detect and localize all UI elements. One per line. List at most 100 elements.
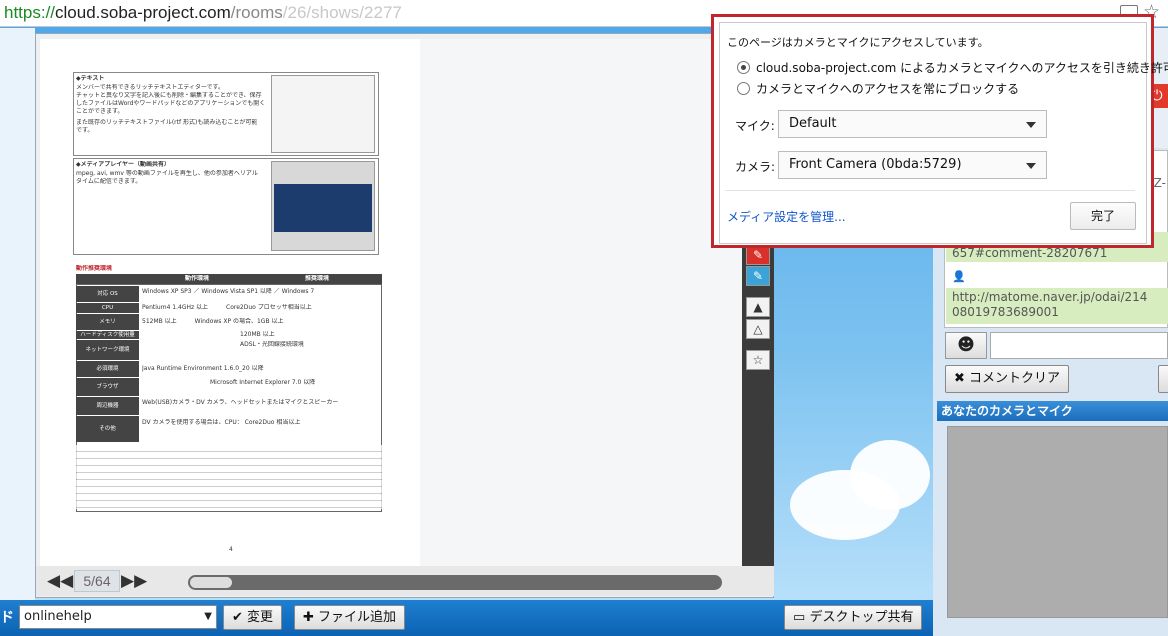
chat-sender: 👤 [952,270,966,283]
dropdown-arrow-icon [1026,122,1036,128]
desktop-share-button[interactable]: ▭ デスクトップ共有 [784,605,923,630]
monitor-icon: ▭ [793,610,806,625]
left-strip [0,28,35,600]
text-feature-line: したファイルはWordやワードパッドなどのアプリケーションでも開く [76,100,266,107]
url-text[interactable]: https://cloud.soba-project.com/rooms/26/… [4,3,402,23]
page-number: 4 [229,546,233,553]
right-partial-button[interactable] [1158,365,1168,393]
url-host: cloud.soba-project.com [55,3,231,22]
mic-select-value: Default [789,116,837,131]
smiley-icon: ☻ [957,335,975,355]
dropdown-arrow-icon [1026,163,1036,169]
url-path-blurred: /26/shows/2277 [282,3,402,22]
url-scheme: https:// [4,3,56,22]
prev-page-icon[interactable]: ◀◀ [47,571,73,591]
x-icon: ✖ [954,371,965,386]
env-row-value: 512MB 以上 Windows XP の場合、1GB 以上 [142,318,284,325]
text-feature-line: また既存のリッチテキストファイル(rtf 形式)も読み込むことが可能 [76,119,258,126]
add-file-button-label: ファイル追加 [318,610,397,625]
allow-option-label[interactable]: cloud.soba-project.com によるカメラとマイクへのアクセスを… [756,59,1168,76]
text-feature-line: メンバーで共有できるリッチテキストエディターです。 [76,84,224,91]
env-row-value: Java Runtime Environment 1.6.0_20 以降 [142,365,264,372]
env-row-label: 周辺機器 [76,397,139,415]
env-row-label: その他 [76,416,139,442]
plus-icon: ✚ [303,610,314,625]
dropdown-arrow-icon: ▼ [204,611,212,622]
document-select[interactable]: onlinehelp ▼ [19,605,217,629]
mode-label: ド [0,610,14,626]
comment-clear-label: コメントクリア [969,371,1061,386]
background-cloud [850,440,930,510]
text-feature-line: です。 [76,127,94,134]
media-feature-line: タイムに配信できます。 [76,178,142,185]
desktop-share-button-label: デスクトップ共有 [809,610,914,625]
change-button-label: 変更 [247,610,274,625]
env-row-value: 120MB 以上 [240,331,275,338]
env-row-label: 必須環境 [76,361,139,377]
mic-select[interactable]: Default [778,110,1047,138]
env-row-value: Windows XP SP3 ／ Windows Vista SP1 以降 ／ … [142,288,315,295]
env-row-label: 対応 OS [76,286,139,302]
block-radio[interactable] [737,82,750,95]
env-header-recommended: 動作環境 [185,275,210,282]
text-feature-heading: ◆テキスト [76,75,105,82]
document-page[interactable]: ◆テキスト メンバーで共有できるリッチテキストエディターです。 チャットと異なり… [40,39,420,571]
user-icon: 👤 [952,270,966,283]
url-path: /rooms [230,3,283,22]
camera-label: カメラ: [735,160,776,174]
stamp-star-icon[interactable]: ☆ [746,350,770,370]
scrollbar-thumb[interactable] [190,577,232,588]
document-blank-area [420,39,742,571]
horizontal-scrollbar[interactable] [188,575,722,590]
env-row-value: ADSL・光回線接続環境 [240,341,304,348]
env-header-preferred: 推奨環境 [305,275,330,282]
chat-message-line: 657#comment-28207671 [952,246,1108,260]
notes-block [76,445,382,509]
video-frame-image [274,184,372,232]
outline-shape-icon[interactable]: △ [746,319,770,339]
emoji-button[interactable]: ☻ [945,332,987,359]
media-player-screenshot-image [271,161,375,251]
text-feature-line: チャットと異なり文字を記入後にも削除・編集することができ、保存 [76,92,262,99]
camera-panel-title: あなたのカメラとマイク [937,401,1168,421]
env-row-value: DV カメラを使用する場合は、CPU： Core2Duo 相当以上 [142,419,301,426]
env-row-label: ハードディスク使用量 [76,331,139,339]
chat-input[interactable] [990,332,1168,359]
add-file-button[interactable]: ✚ ファイル追加 [294,605,406,630]
camera-select[interactable]: Front Camera (0bda:5729) [778,151,1047,179]
editor-screenshot-image [271,75,375,153]
block-option-label[interactable]: カメラとマイクへのアクセスを常にブロックする [756,80,1019,97]
document-select-value: onlinehelp [24,609,92,624]
next-page-icon[interactable]: ▶▶ [121,571,147,591]
check-icon: ✔ [232,610,243,625]
fill-shape-icon[interactable]: ▲ [746,297,770,317]
env-row-value: Web(USB)カメラ・DV カメラ、ヘッドセットまたはマイクとスピーカー [142,399,339,406]
camera-select-value: Front Camera (0bda:5729) [789,157,962,172]
done-button[interactable]: 完了 [1070,202,1136,230]
env-row-label: メモリ [76,314,139,330]
page-indicator[interactable]: 5/64 [74,570,120,592]
change-button[interactable]: ✔ 変更 [223,605,283,630]
env-title: 動作推奨環境 [76,265,113,272]
chat-message-line: http://matome.naver.jp/odai/214 [952,290,1148,304]
allow-radio[interactable] [737,61,750,74]
env-row-label: CPU [76,303,139,313]
comment-clear-button[interactable]: ✖ コメントクリア [945,365,1069,393]
blue-pen-icon[interactable]: ✎ [746,266,770,286]
popup-divider [725,190,1135,191]
popup-title: このページはカメラとマイクにアクセスしています。 [727,36,989,49]
chat-message: http://matome.naver.jp/odai/214 08019783… [946,288,1168,324]
env-row-label: ブラウザ [76,378,139,396]
env-header-row [76,274,382,284]
mic-label: マイク: [735,119,775,133]
env-row-value: Microsoft Internet Explorer 7.0 以降 [210,379,316,386]
text-feature-line: ことができます。 [76,108,124,115]
env-row-value: Pentium4 1.4GHz 以上 Core2Duo プロセッサ相当以上 [142,304,312,311]
env-row-label: ネットワーク環境 [76,340,139,360]
manage-media-settings-link[interactable]: メディア設定を管理... [727,208,846,225]
media-feature-heading: ◆メディアプレイヤー（動画共有） [76,161,171,168]
media-feature-line: mpeg, avi, wmv 等の動画ファイルを再生し、他の参加者へリアル [76,170,258,177]
chat-message-line: 08019783689001 [952,305,1059,319]
camera-preview [947,426,1168,618]
red-pen-icon[interactable]: ✎ [746,245,770,265]
